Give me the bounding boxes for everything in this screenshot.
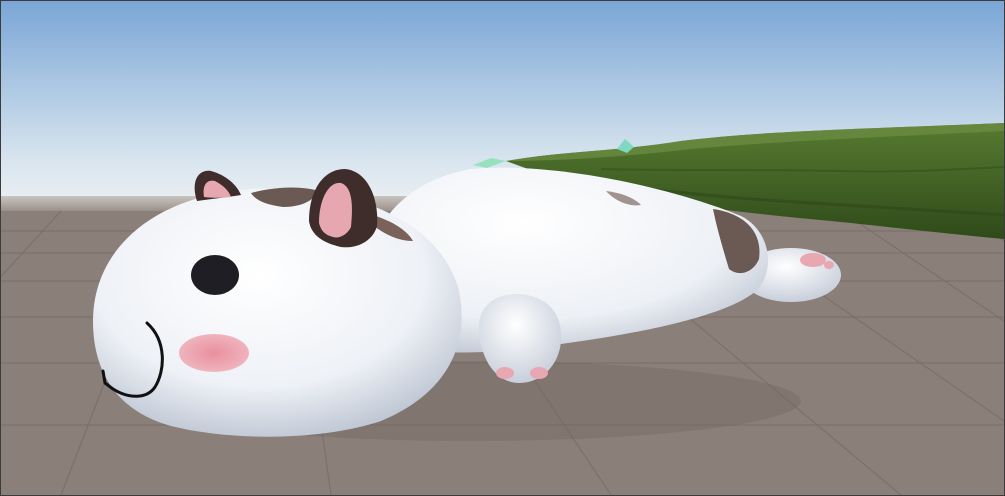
paw-pad bbox=[496, 367, 514, 379]
paw-pad bbox=[530, 367, 548, 379]
scene-canvas bbox=[1, 1, 1004, 495]
paw-pad bbox=[800, 253, 826, 267]
cat-head bbox=[93, 188, 462, 437]
cat-eye bbox=[191, 255, 239, 295]
paw-pad bbox=[824, 261, 834, 269]
game-viewport[interactable] bbox=[0, 0, 1005, 496]
cat-blush bbox=[179, 334, 249, 372]
